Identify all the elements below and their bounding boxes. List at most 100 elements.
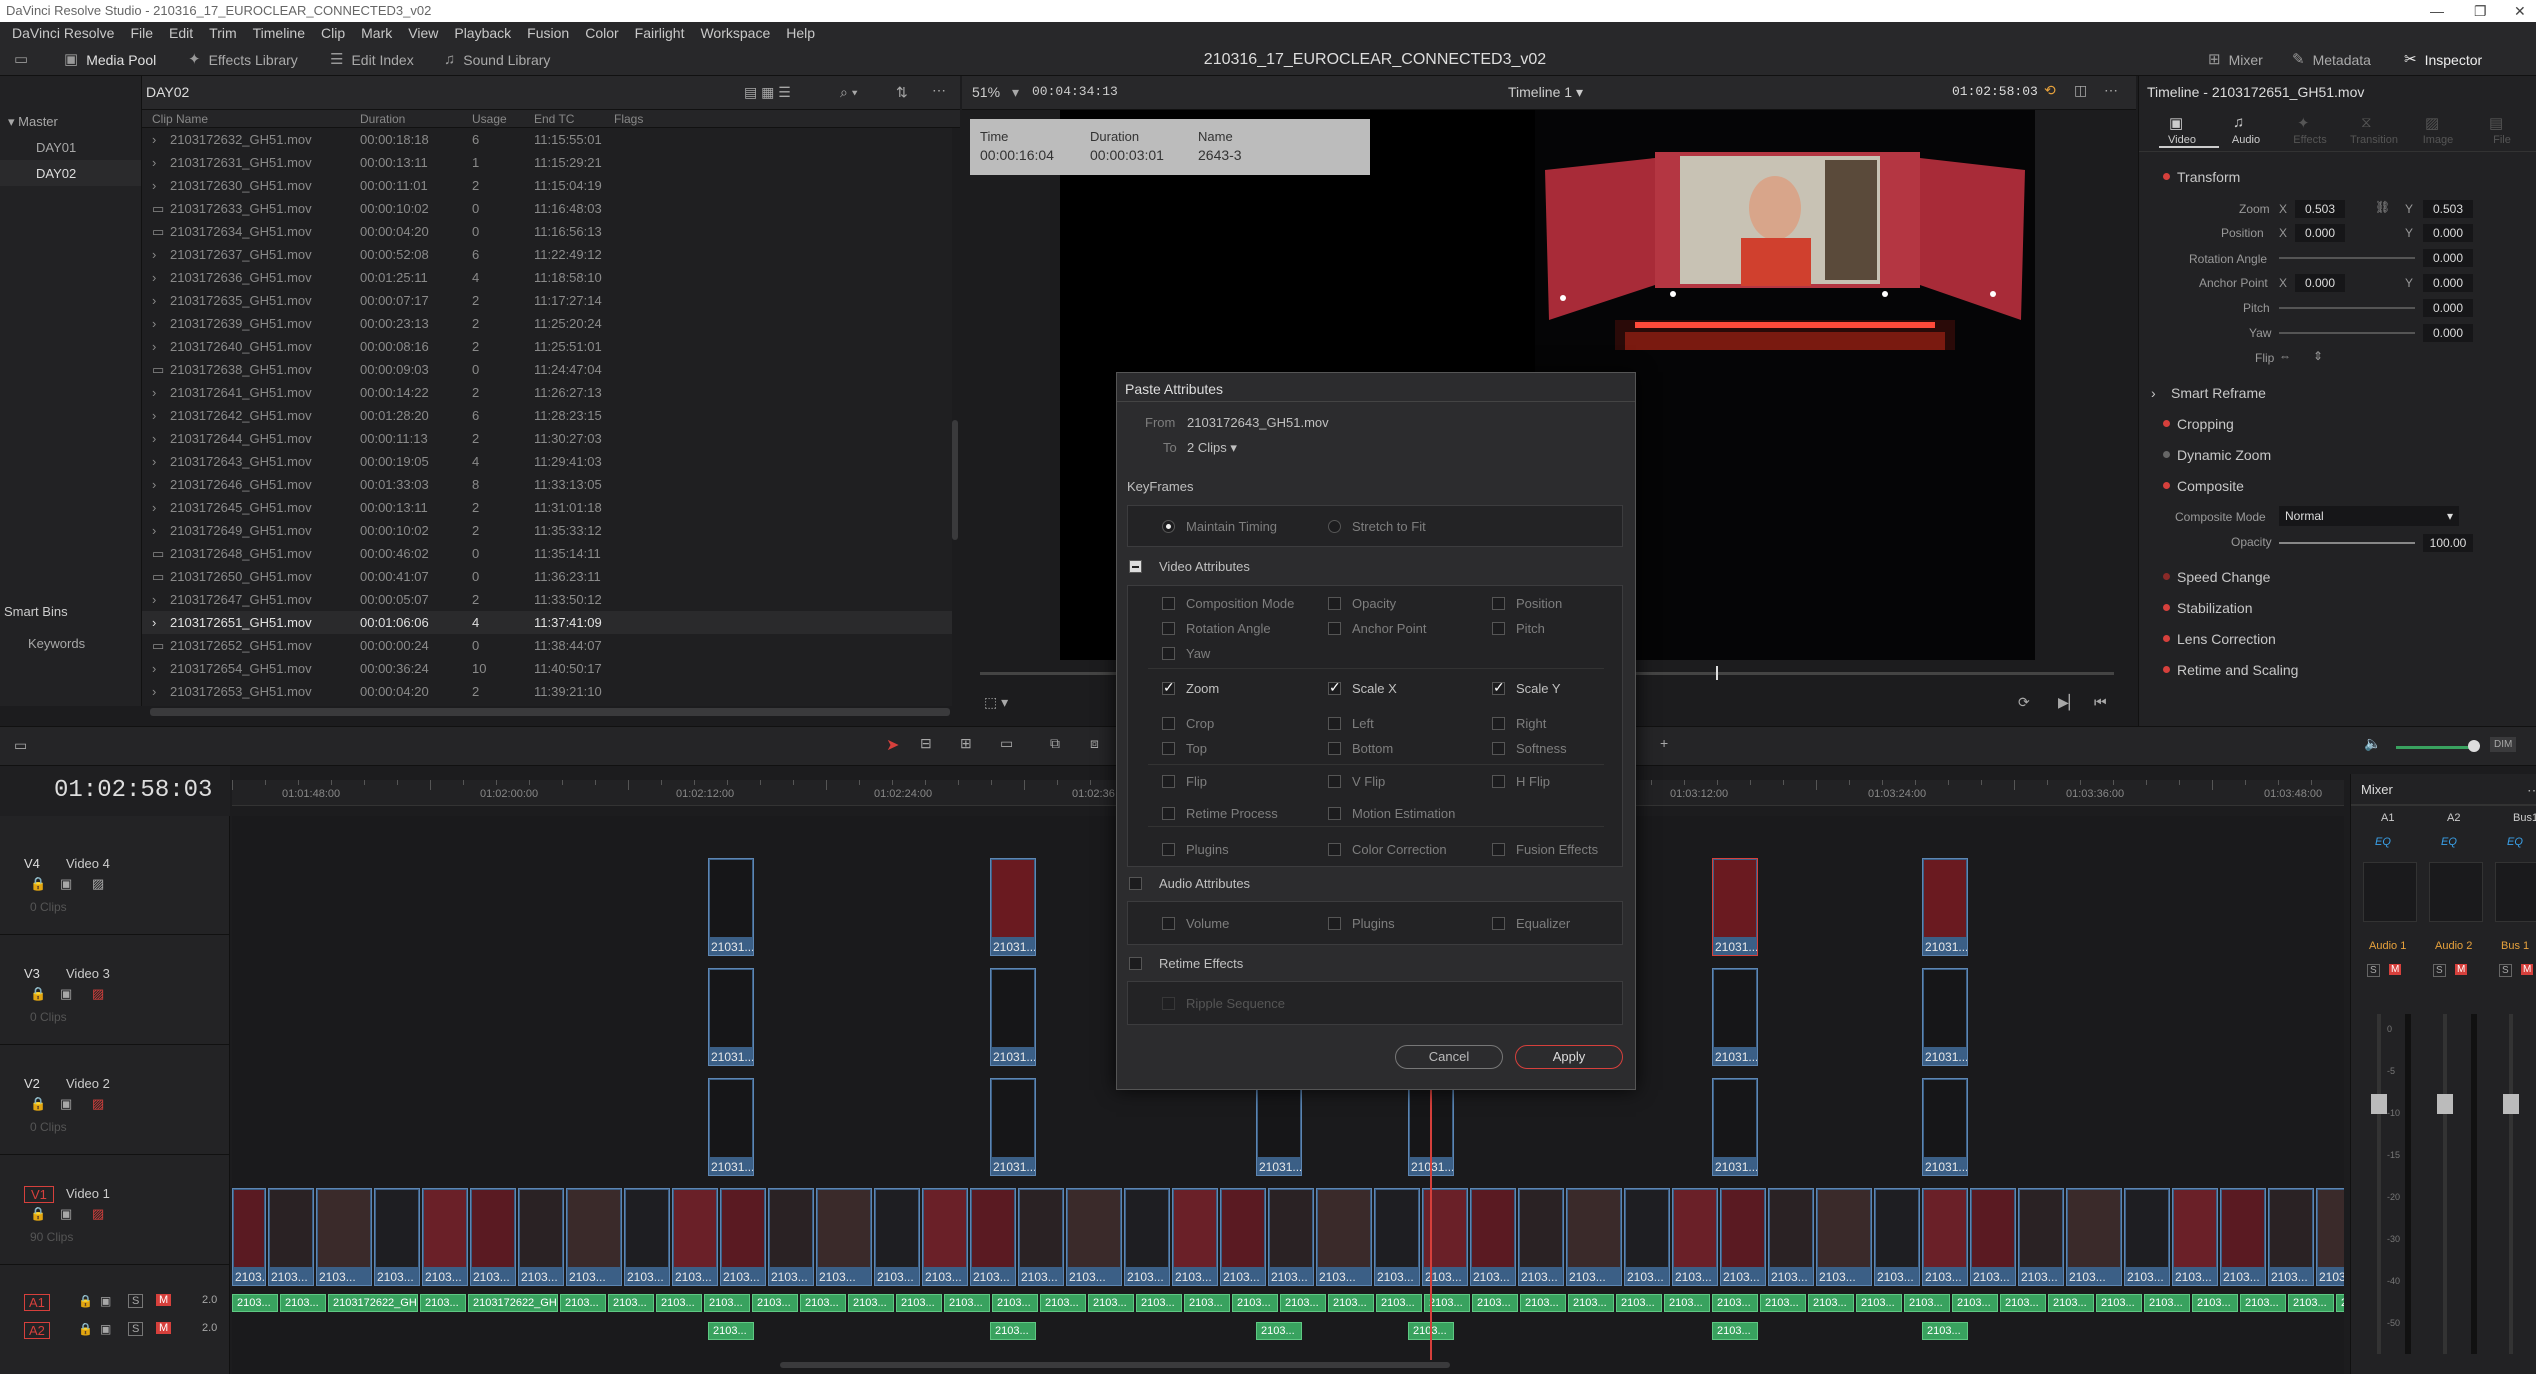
audio-clip-a2[interactable]: 2103... [1712, 1322, 1758, 1340]
timeline-clip-v1[interactable]: 2103... [1124, 1188, 1170, 1286]
audio-clip-a1[interactable]: 2103... [944, 1294, 990, 1312]
timeline-clip-v1[interactable]: 2103... [2066, 1188, 2122, 1286]
loop-icon[interactable]: ⟳ [2018, 694, 2030, 711]
fader-track[interactable] [2377, 1014, 2381, 1354]
audio-clip-a1[interactable]: 2103... [656, 1294, 702, 1312]
timeline-clip-v1[interactable]: 2103... [1066, 1188, 1122, 1286]
audio-clip-a1[interactable]: 2103... [1568, 1294, 1614, 1312]
minimize-icon[interactable]: — [2430, 0, 2444, 22]
table-row[interactable]: › 2103172642_GH51.mov 00:01:28:20 6 11:28:23… [142, 404, 952, 427]
timeline-clip[interactable]: 21031... [990, 858, 1036, 956]
ripple-checkbox[interactable] [1162, 997, 1175, 1010]
table-row[interactable]: ▭ 2103172648_GH51.mov 00:00:46:02 0 11:35:14… [142, 542, 952, 565]
row-expand-icon[interactable]: › [152, 473, 156, 496]
menu-playback[interactable]: Playback [446, 22, 519, 44]
timeline-clip-v1[interactable]: 2103... [1470, 1188, 1516, 1286]
audio-clip-a1[interactable]: 2103172622_GH51... [468, 1294, 558, 1312]
timeline-clip-v1[interactable]: 2103... [422, 1188, 468, 1286]
audio-clip-a1[interactable]: 2103... [1232, 1294, 1278, 1312]
audio-clip-a2[interactable]: 2103... [708, 1322, 754, 1340]
lens-correction-section[interactable]: Lens Correction [2139, 624, 2536, 654]
zoom-level[interactable]: 51% [972, 84, 1000, 100]
menu-fairlight[interactable]: Fairlight [627, 22, 693, 44]
row-expand-icon[interactable]: › [152, 312, 156, 335]
menu-fusion[interactable]: Fusion [519, 22, 577, 44]
timeline-clip-v1[interactable]: 2103... [768, 1188, 814, 1286]
transform-tool-icon[interactable]: ⬚ ▾ [984, 694, 1008, 711]
timeline-clip[interactable]: 21031... [708, 858, 754, 956]
flip-h-icon[interactable]: ⇔ [2279, 349, 2291, 363]
audio-clip-a1[interactable]: 2103... [1520, 1294, 1566, 1312]
sound-library-button[interactable]: ♫ Sound Library [444, 44, 550, 76]
selection-tool-icon[interactable]: ➤ [886, 735, 899, 755]
tab-file[interactable]: File [2477, 134, 2527, 146]
replace-icon[interactable]: ⧈ [1090, 735, 1099, 752]
cliplist-h-scrollbar[interactable] [150, 708, 950, 716]
table-row[interactable]: › 2103172653_GH51.mov 00:00:04:20 2 11:39:21… [142, 680, 952, 703]
timeline-clip[interactable]: 21031... [1256, 1078, 1302, 1176]
audio-clip-a1[interactable]: 2103... [1328, 1294, 1374, 1312]
dynamic-zoom-section[interactable]: Dynamic Zoom [2139, 440, 2536, 470]
track-name[interactable]: Video 4 [66, 856, 110, 871]
row-expand-icon[interactable]: › [152, 266, 156, 289]
track-visibility-icon[interactable]: ▨ [92, 876, 104, 892]
timeline-clip-v1[interactable]: 2103... [1566, 1188, 1622, 1286]
maintain-timing-radio[interactable] [1162, 520, 1175, 533]
add-marker-icon[interactable]: + [1660, 735, 1668, 751]
row-expand-icon[interactable]: ▭ [152, 358, 164, 381]
menu-trim[interactable]: Trim [201, 22, 244, 44]
audio-clip-a1[interactable]: 2103... [1904, 1294, 1950, 1312]
mixer-solo[interactable]: S [2499, 964, 2512, 977]
mixer-mute[interactable]: M [2389, 964, 2402, 975]
audio-clip-a2[interactable]: 2103... [990, 1322, 1036, 1340]
fader-knob[interactable] [2371, 1094, 2387, 1114]
checkbox-motion-estimation[interactable] [1328, 807, 1341, 820]
menu-view[interactable]: View [400, 22, 446, 44]
timeline-clip-v1[interactable]: 2103... [1018, 1188, 1064, 1286]
track-id-a1[interactable]: A1 [24, 1294, 50, 1311]
pitch-slider[interactable] [2279, 307, 2415, 309]
menu-clip[interactable]: Clip [313, 22, 353, 44]
checkbox-left[interactable] [1328, 717, 1341, 730]
track-id-v1[interactable]: V1 [24, 1186, 54, 1203]
smart-reframe-section[interactable]: › Smart Reframe [2139, 378, 2536, 408]
smart-bin-keywords[interactable]: Keywords [28, 636, 85, 651]
col-end-tc[interactable]: End TC [534, 112, 574, 126]
tab-transition[interactable]: Transition [2349, 134, 2399, 146]
menu-timeline[interactable]: Timeline [245, 22, 313, 44]
zoom-y-field[interactable]: 0.503 [2423, 200, 2473, 218]
audio-clip-a1[interactable]: 2103... [2240, 1294, 2286, 1312]
apply-button[interactable]: Apply [1515, 1045, 1623, 1069]
timeline-clip-v1[interactable]: 2103... [1220, 1188, 1266, 1286]
table-row[interactable]: › 2103172630_GH51.mov 00:00:11:01 2 11:15:04… [142, 174, 952, 197]
audio-clip-a1[interactable]: 2103... [1616, 1294, 1662, 1312]
sort-icon[interactable]: ⇅ [896, 84, 908, 101]
audio-clip-a1[interactable]: 2103... [1472, 1294, 1518, 1312]
timeline-clip-v1[interactable]: 2103... [720, 1188, 766, 1286]
list-view-icon[interactable]: ▤ ▦ ☰ [744, 84, 791, 101]
audio-clip-a1[interactable]: 2103... [752, 1294, 798, 1312]
checkbox-crop[interactable] [1162, 717, 1175, 730]
audio-clip-a1[interactable]: 2103... [420, 1294, 466, 1312]
timeline-clip-v1[interactable]: 2103... [624, 1188, 670, 1286]
track-name[interactable]: Video 2 [66, 1076, 110, 1091]
checkbox-pitch[interactable] [1492, 622, 1505, 635]
col-usage[interactable]: Usage [472, 112, 507, 126]
pos-x-field[interactable]: 0.000 [2295, 224, 2345, 242]
track-visibility-icon[interactable]: ▨ [92, 1096, 104, 1112]
checkbox-position[interactable] [1492, 597, 1505, 610]
timeline-clip[interactable]: 21031... [1712, 1078, 1758, 1176]
table-row[interactable]: › 2103172645_GH51.mov 00:00:13:11 2 11:31:01… [142, 496, 952, 519]
retime-effects-toggle[interactable] [1129, 957, 1142, 970]
tab-effects[interactable]: Effects [2285, 134, 2335, 146]
zoom-dropdown-icon[interactable]: ▾ [1012, 84, 1019, 101]
audio-clip-a1[interactable]: 2103... [800, 1294, 846, 1312]
lock-icon[interactable]: 🔒 [78, 1322, 93, 1336]
speed-change-section[interactable]: Speed Change [2139, 562, 2536, 592]
play-icon[interactable]: ▶▏ [2058, 694, 2080, 711]
insert-icon[interactable]: ▭ [1000, 735, 1013, 752]
blade-tool-icon[interactable]: ⊞ [960, 735, 972, 752]
timeline-clip-v1[interactable]: 2103... [1816, 1188, 1872, 1286]
mixer-mute[interactable]: M [2521, 964, 2534, 975]
pan-control[interactable] [2429, 862, 2483, 922]
